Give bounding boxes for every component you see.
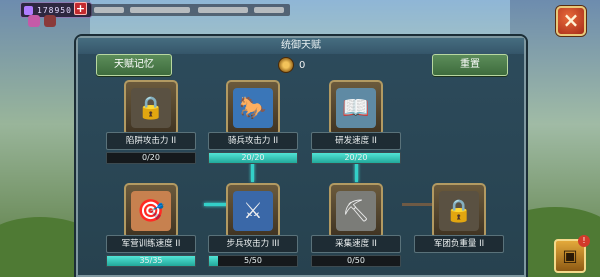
book-icon: 📖 — [336, 88, 376, 128]
progress-text: 5/50 — [244, 256, 262, 265]
talent-point-icon — [278, 57, 294, 73]
talent-name: 军营训练速度 II — [106, 235, 196, 253]
cavalry-icon: 🐎 — [233, 88, 273, 128]
talent-node[interactable]: ⚔ 步兵攻击力 III 5/50 — [208, 183, 298, 277]
talent-node[interactable]: ⛏ 采集速度 II 0/50 — [311, 183, 401, 277]
gather-icon: ⛏ — [336, 191, 376, 231]
progress-text: 20/20 — [241, 153, 265, 162]
progress-text: 0/20 — [142, 153, 160, 162]
blurred-text — [130, 7, 190, 13]
talent-progress: 35/35 — [106, 255, 196, 267]
talent-node[interactable]: 🎯 军营训练速度 II 35/35 — [106, 183, 196, 277]
talent-progress: 20/20 — [208, 152, 298, 164]
lock-icon: 🔒 — [131, 88, 171, 128]
talent-node[interactable]: 🔒 军团负重量 II — [414, 183, 504, 277]
talent-node[interactable]: 🔒 陷阱攻击力 II 0/20 — [106, 80, 196, 174]
status-value: 178950 — [37, 5, 72, 15]
talent-progress: 5/50 — [208, 255, 298, 267]
blurred-text — [198, 7, 248, 13]
talent-icon-frame: 🐎 — [226, 80, 280, 136]
blurred-text — [254, 7, 284, 13]
talent-name: 骑兵攻击力 II — [208, 132, 298, 150]
talent-icon-frame: 🎯 — [124, 183, 178, 239]
resource-strip — [90, 4, 290, 16]
progress-text: 35/35 — [139, 256, 163, 265]
talent-panel: 统御天赋 天赋记忆 0 重置 🔒 陷阱攻击力 II 0/20 🐎 骑兵攻击力 I… — [76, 36, 526, 277]
talent-name: 研发速度 II — [311, 132, 401, 150]
reset-button[interactable]: 重置 — [432, 54, 508, 76]
talent-points-value: 0 — [299, 59, 306, 71]
talent-points: 0 — [278, 57, 305, 73]
talent-name: 陷阱攻击力 II — [106, 132, 196, 150]
add-button[interactable]: + — [74, 2, 87, 15]
talent-progress: 0/50 — [311, 255, 401, 267]
infantry-icon: ⚔ — [233, 191, 273, 231]
talent-node[interactable]: 📖 研发速度 II 20/20 — [311, 80, 401, 174]
buff-icon[interactable] — [28, 15, 40, 27]
talent-node[interactable]: 🐎 骑兵攻击力 II 20/20 — [208, 80, 298, 174]
panel-title: 统御天赋 — [78, 38, 524, 54]
talent-memory-button[interactable]: 天赋记忆 — [96, 54, 172, 76]
lock-icon: 🔒 — [439, 191, 479, 231]
target-icon: 🎯 — [131, 191, 171, 231]
progress-text: 0/50 — [347, 256, 365, 265]
talent-icon-frame: 🔒 — [124, 80, 178, 136]
notification-badge-icon: ! — [578, 235, 590, 247]
buff-icon[interactable] — [44, 15, 56, 27]
talent-icon-frame: 📖 — [329, 80, 383, 136]
blurred-text — [94, 7, 124, 13]
talent-progress: 0/20 — [106, 152, 196, 164]
progress-text: 20/20 — [344, 153, 368, 162]
talent-progress: 20/20 — [311, 152, 401, 164]
talent-name: 步兵攻击力 III — [208, 235, 298, 253]
talent-name: 采集速度 II — [311, 235, 401, 253]
talent-name: 军团负重量 II — [414, 235, 504, 253]
talent-icon-frame: 🔒 — [432, 183, 486, 239]
vip-icon — [24, 5, 33, 15]
talent-icon-frame: ⛏ — [329, 183, 383, 239]
close-button[interactable]: × — [556, 6, 586, 36]
talent-icon-frame: ⚔ — [226, 183, 280, 239]
